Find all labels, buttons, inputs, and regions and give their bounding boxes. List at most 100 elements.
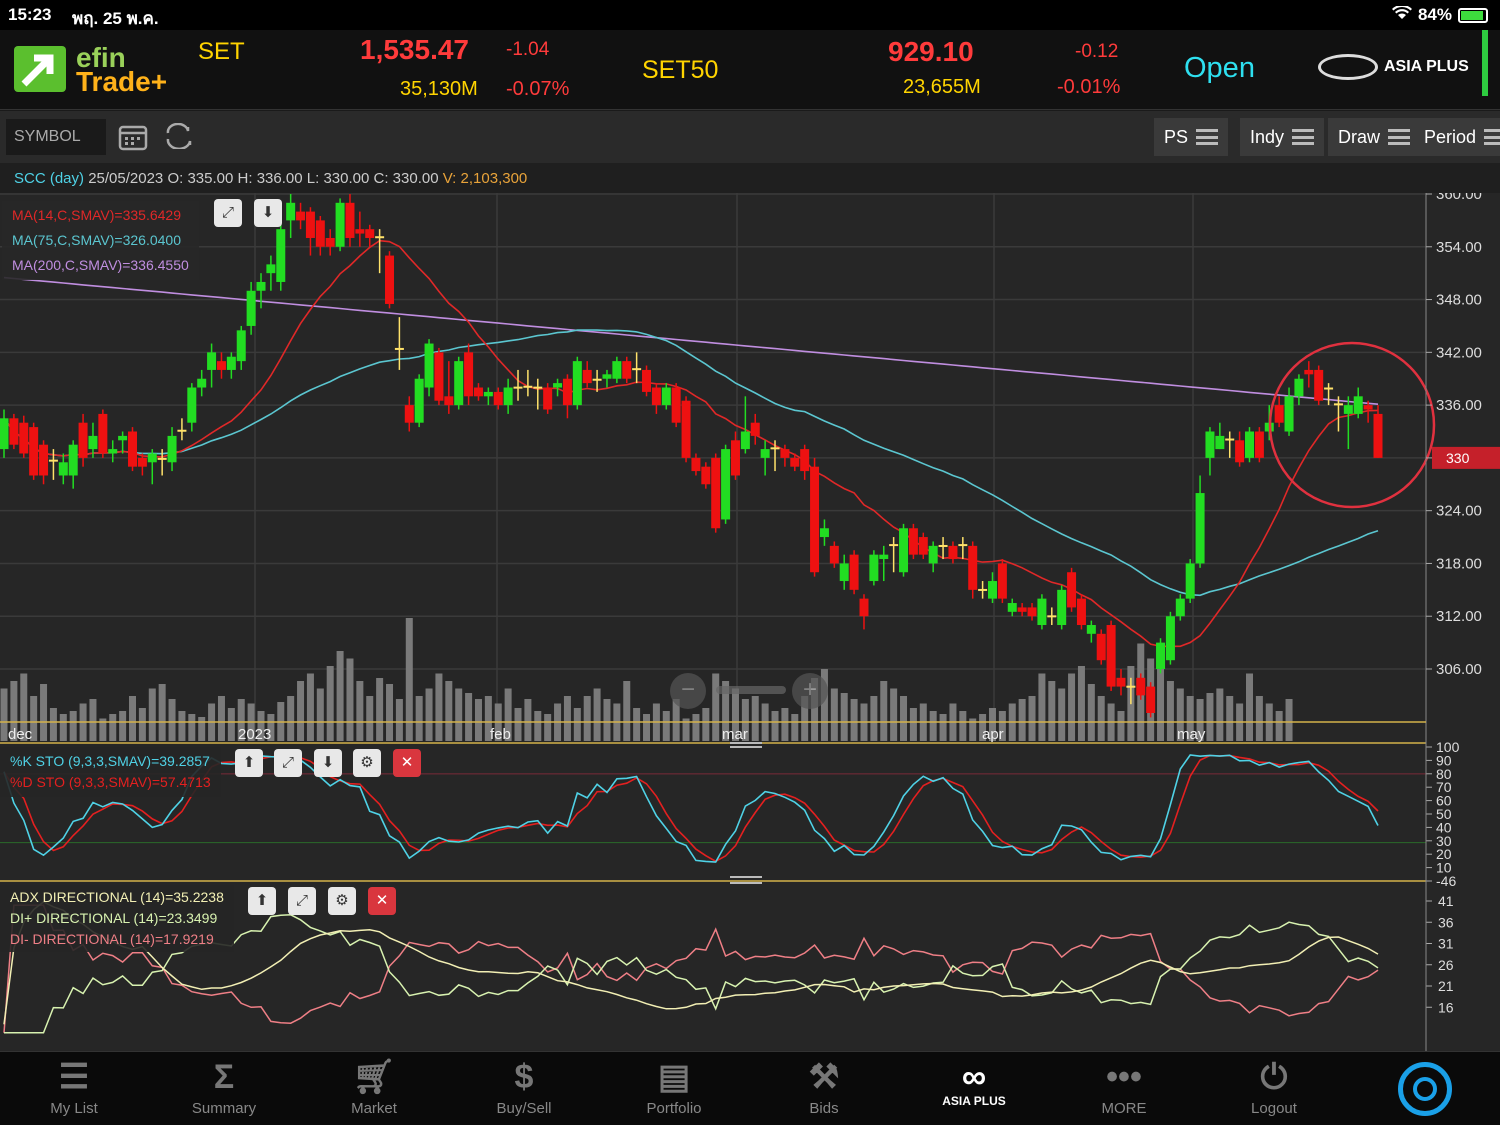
- candle-body: [305, 211, 315, 238]
- symbol-input[interactable]: SYMBOL: [6, 119, 106, 155]
- volume-bar: [395, 699, 403, 741]
- expand-icon[interactable]: ⤢: [214, 199, 242, 227]
- info-low: 330.00: [323, 170, 370, 187]
- settings-icon[interactable]: ⚙: [328, 887, 356, 915]
- candle-body: [187, 387, 197, 423]
- candle-body: [997, 563, 1007, 599]
- candle-body: [987, 581, 997, 599]
- close-icon[interactable]: ✕: [368, 887, 396, 915]
- volume-bar: [1077, 666, 1085, 741]
- candle-body: [740, 431, 750, 450]
- set-label[interactable]: SET: [198, 38, 245, 66]
- candle-body: [118, 435, 128, 441]
- chart-area[interactable]: 100 90 80 70 60 50 40 30 20 10 -46 41 36 31 26 21 16 36…: [0, 193, 1500, 1051]
- tab-label: My List: [50, 1100, 98, 1117]
- volume-bar: [129, 696, 137, 741]
- settings-icon[interactable]: ⚙: [353, 749, 381, 777]
- chat-assistant-icon[interactable]: [1398, 1062, 1452, 1116]
- price-tick-label: 324.00: [1436, 503, 1482, 520]
- volume-bar: [366, 696, 374, 741]
- ps-button[interactable]: PS: [1154, 118, 1229, 156]
- refresh-icon[interactable]: [164, 122, 194, 156]
- candle-body: [29, 427, 39, 476]
- candle-body: [1047, 615, 1057, 618]
- candle-body: [256, 281, 266, 291]
- price-tick-label: 360.00: [1436, 193, 1482, 203]
- volume-bar: [474, 699, 482, 741]
- tab-summary[interactable]: Σ Summary: [159, 1058, 289, 1117]
- expand-icon[interactable]: ⤢: [274, 749, 302, 777]
- zoom-out-icon[interactable]: −: [670, 673, 706, 709]
- info-high-label: H:: [237, 170, 253, 187]
- tab-asiaplus[interactable]: ∞ ASIA PLUS: [909, 1058, 1039, 1108]
- candle-body: [1136, 677, 1146, 696]
- candle-body: [1205, 431, 1215, 458]
- x-tick-label: 2023: [238, 726, 271, 743]
- candle-body: [582, 369, 592, 384]
- price-tick-label: 306.00: [1436, 661, 1482, 678]
- tab-logout[interactable]: ⏻ Logout: [1209, 1058, 1339, 1117]
- indicator-button[interactable]: Indy: [1240, 118, 1325, 156]
- volume-bar: [959, 711, 967, 741]
- indy-label: Indy: [1250, 126, 1285, 147]
- status-right: 84%: [1391, 4, 1488, 25]
- volume-bar: [336, 651, 344, 741]
- volume-bar: [1206, 693, 1214, 741]
- period-button[interactable]: Period: [1414, 118, 1500, 156]
- candle-body: [1037, 598, 1047, 626]
- volume-bar: [909, 708, 917, 741]
- arrow-up-icon[interactable]: ⬆: [248, 887, 276, 915]
- candle-body: [691, 457, 701, 472]
- zoom-slider[interactable]: [716, 686, 786, 694]
- volume-bar: [376, 678, 384, 741]
- arrow-down-icon[interactable]: ⬇: [314, 749, 342, 777]
- legend-ma14: MA(14,C,SMAV)=335.6429: [12, 207, 181, 223]
- market-header: efin Trade+ SET 1,535.47 -1.04 35,130M -…: [0, 30, 1500, 110]
- volume-bar: [109, 714, 117, 741]
- tab-my-list[interactable]: ☰ My List: [9, 1058, 139, 1117]
- arrow-up-icon[interactable]: ⬆: [235, 749, 263, 777]
- volume-bar: [880, 681, 888, 741]
- candle-body: [1096, 633, 1106, 661]
- zoom-in-icon[interactable]: +: [792, 673, 828, 709]
- volume-bar: [583, 696, 591, 741]
- tab-bids[interactable]: ⚒ Bids: [759, 1058, 889, 1117]
- close-icon[interactable]: ✕: [393, 749, 421, 777]
- candle-body: [296, 211, 306, 221]
- arrow-down-icon[interactable]: ⬇: [254, 199, 282, 227]
- volume-bar: [306, 673, 314, 741]
- volume-bar: [59, 714, 67, 741]
- volume-bar: [771, 711, 779, 741]
- tab-market[interactable]: 🛒︎ Market: [309, 1058, 439, 1117]
- candle-body: [1017, 607, 1027, 612]
- expand-icon[interactable]: ⤢: [288, 887, 316, 915]
- candle-body: [1067, 572, 1077, 608]
- wifi-icon: [1391, 4, 1412, 25]
- candle-body: [681, 400, 691, 458]
- calendar-icon[interactable]: [118, 123, 148, 158]
- draw-label: Draw: [1338, 126, 1381, 147]
- price-tick-label: 342.00: [1436, 344, 1482, 361]
- adx-legend: ADX DIRECTIONAL (14)=35.2238 DI+ DIRECTI…: [0, 885, 234, 952]
- info-volume: 2,103,300: [460, 170, 528, 187]
- sto-legend: %K STO (9,3,3,SMAV)=39.2857 %D STO (9,3,…: [0, 747, 221, 797]
- candle-body: [128, 431, 138, 467]
- tab-buy-sell[interactable]: $ Buy/Sell: [459, 1058, 589, 1117]
- broker-name: ASIA PLUS: [1384, 58, 1469, 75]
- candle-body: [780, 449, 790, 458]
- volume-bar: [593, 688, 601, 741]
- volume-bar: [662, 711, 670, 741]
- set-value: 1,535.47: [360, 34, 469, 65]
- volume-bar: [1226, 696, 1234, 741]
- efin-logo-icon: [14, 46, 66, 92]
- candle-body: [1156, 642, 1166, 669]
- ma-legend: MA(14,C,SMAV)=335.6429 MA(75,C,SMAV)=326…: [2, 201, 199, 280]
- draw-button[interactable]: Draw: [1328, 118, 1421, 156]
- tab-portfolio[interactable]: ▤ Portfolio: [609, 1058, 739, 1117]
- volume-bar: [119, 711, 127, 741]
- price-tick-label: 348.00: [1436, 292, 1482, 309]
- legend-ma75: MA(75,C,SMAV)=326.0400: [12, 232, 181, 248]
- price-tick-label: 336.00: [1436, 397, 1482, 414]
- tab-more[interactable]: ••• MORE: [1059, 1058, 1189, 1117]
- set50-label[interactable]: SET50: [642, 56, 718, 85]
